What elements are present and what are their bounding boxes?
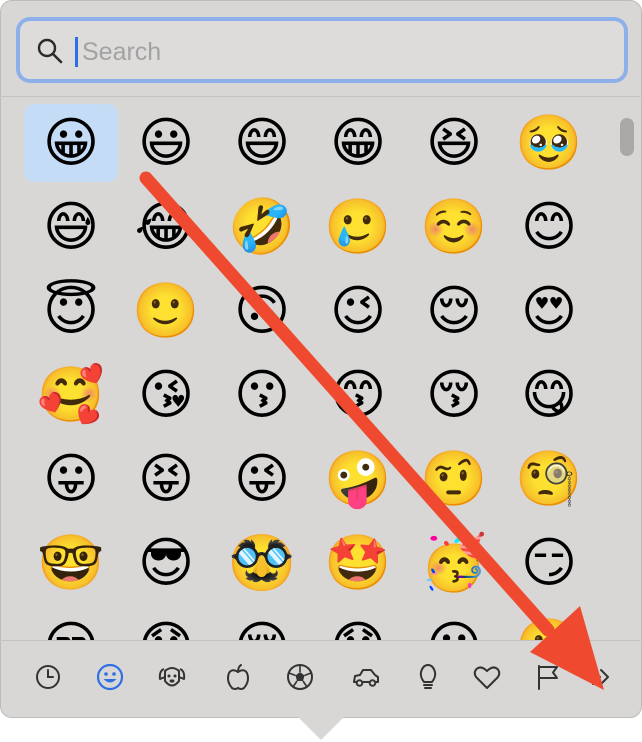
emoji-cell[interactable]: 😜: [215, 440, 309, 518]
emoji-cell[interactable]: 🙂: [119, 272, 213, 350]
emoji-cell[interactable]: 🤪: [311, 440, 405, 518]
emoji-cell[interactable]: 🧐: [502, 440, 596, 518]
emoji-cell[interactable]: 🤓: [24, 524, 118, 602]
clock-icon: [36, 665, 60, 689]
car-icon: [353, 669, 379, 687]
emoji-cell[interactable]: 😛: [24, 440, 118, 518]
emoji-cell[interactable]: 😋: [502, 356, 596, 434]
search-focus-ring: [16, 17, 628, 83]
tab-symbols[interactable]: [467, 657, 507, 697]
emoji-cell[interactable]: ☺️: [407, 188, 501, 266]
lightbulb-icon: [419, 664, 437, 689]
scrollbar-thumb[interactable]: [620, 118, 634, 156]
emoji-cell[interactable]: 😟: [311, 608, 405, 641]
search-icon: [37, 38, 63, 64]
flag-icon: [538, 665, 558, 690]
tab-animals[interactable]: [152, 657, 192, 697]
emoji-cell[interactable]: 😄: [215, 104, 309, 182]
emoji-cell[interactable]: 😌: [407, 272, 501, 350]
emoji-cell[interactable]: 😅: [24, 188, 118, 266]
emoji-cell[interactable]: 😞: [119, 608, 213, 641]
search-input[interactable]: [80, 31, 564, 73]
emoji-cell[interactable]: 😃: [119, 104, 213, 182]
emoji-cell[interactable]: 😒: [24, 608, 118, 641]
tab-more[interactable]: [580, 657, 620, 697]
emoji-cell[interactable]: 🙁: [502, 608, 596, 641]
emoji-picker-panel: 😀😃😄😁😆🥹 😅😂🤣🥲☺️😊 😇🙂🙃😉😌😍 🥰😘😗😙😚😋 😛😝😜🤪🤨🧐 🤓😎🥸🤩🥳😏 😒😞😔…: [0, 0, 642, 718]
tab-recents[interactable]: [28, 657, 68, 697]
apple-icon: [227, 664, 249, 690]
emoji-cell[interactable]: 😝: [119, 440, 213, 518]
smiley-icon: [96, 663, 124, 691]
emoji-cell[interactable]: 😙: [311, 356, 405, 434]
emoji-grid: 😀😃😄😁😆🥹 😅😂🤣🥲☺️😊 😇🙂🙃😉😌😍 🥰😘😗😙😚😋 😛😝😜🤪🤨🧐 🤓😎🥸🤩🥳😏 😒😞😔…: [0, 97, 642, 640]
popover-tail: [297, 716, 345, 740]
emoji-cell[interactable]: 🤨: [407, 440, 501, 518]
emoji-cell[interactable]: 🥹: [502, 104, 596, 182]
emoji-cell[interactable]: 🙃: [215, 272, 309, 350]
emoji-cell[interactable]: 😘: [119, 356, 213, 434]
emoji-cell[interactable]: 😆: [407, 104, 501, 182]
emoji-cell[interactable]: 🥲: [311, 188, 405, 266]
emoji-cell[interactable]: 😁: [311, 104, 405, 182]
emoji-cell[interactable]: 🥸: [215, 524, 309, 602]
heart-icon: [473, 666, 501, 689]
emoji-cell[interactable]: 🥳: [407, 524, 501, 602]
emoji-cell[interactable]: 😀: [24, 104, 118, 182]
emoji-cell[interactable]: 😂: [119, 188, 213, 266]
emoji-cell[interactable]: 🤩: [311, 524, 405, 602]
text-caret: [75, 37, 78, 67]
emoji-cell[interactable]: 😉: [311, 272, 405, 350]
emoji-cell[interactable]: 🤣: [215, 188, 309, 266]
tab-activity[interactable]: [280, 657, 320, 697]
emoji-cell[interactable]: 😍: [502, 272, 596, 350]
emoji-cell[interactable]: 😎: [119, 524, 213, 602]
search-field[interactable]: [20, 21, 624, 79]
tab-smileys[interactable]: [90, 657, 130, 697]
dog-icon: [158, 667, 186, 687]
emoji-cell[interactable]: 😕: [407, 608, 501, 641]
tab-objects[interactable]: [408, 657, 448, 697]
emoji-cell[interactable]: 😔: [215, 608, 309, 641]
soccer-ball-icon: [287, 664, 313, 690]
emoji-cell[interactable]: 😗: [215, 356, 309, 434]
tab-travel[interactable]: [346, 657, 386, 697]
tab-food[interactable]: [218, 657, 258, 697]
tab-flags[interactable]: [528, 657, 568, 697]
emoji-cell[interactable]: 😏: [502, 524, 596, 602]
chevrons-right-icon: [592, 669, 609, 685]
emoji-cell[interactable]: 😇: [24, 272, 118, 350]
emoji-cell[interactable]: 😊: [502, 188, 596, 266]
emoji-cell[interactable]: 😚: [407, 356, 501, 434]
category-tab-bar: [0, 641, 642, 718]
emoji-cell[interactable]: 🥰: [24, 356, 118, 434]
